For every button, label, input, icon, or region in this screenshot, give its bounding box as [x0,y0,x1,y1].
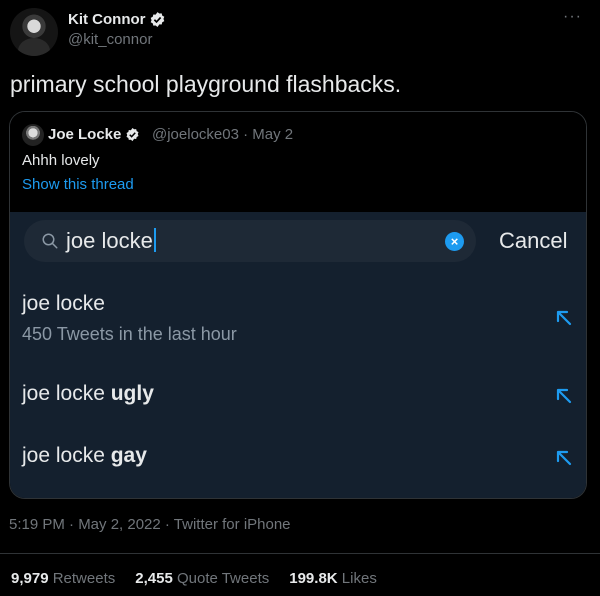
author-name-row[interactable]: Kit Connor [68,9,166,29]
author-name[interactable]: Kit Connor [68,11,145,28]
fill-query-arrow-icon [556,310,572,326]
quoted-tweet[interactable]: Joe Locke @joelocke03 · May 2 Ahhh lovel… [10,112,586,212]
divider [0,553,600,554]
suggestion-title: joe locke [22,292,105,315]
quote-text: Ahhh lovely [22,152,100,169]
author-block: Kit Connor @kit_connor [68,9,166,48]
quoted-tweet-card[interactable]: Joe Locke @joelocke03 · May 2 Ahhh lovel… [9,111,587,499]
fill-query-arrow-icon [556,388,572,404]
quote-meta: @joelocke03 · May 2 [152,126,294,143]
tweet-text: primary school playground flashbacks. [10,71,402,97]
verified-badge-icon [151,11,165,27]
quote-avatar[interactable] [22,124,44,146]
quote-author-name[interactable]: Joe Locke [48,126,121,143]
engagement-stats: 9,979 Retweets 2,455 Quote Tweets 199.8K… [11,570,377,587]
suggestion-title: joe locke gay [22,444,147,467]
cancel-button: Cancel [499,228,568,253]
likes-stat[interactable]: 199.8K Likes [289,570,377,587]
more-options-icon[interactable]: ··· [563,8,582,26]
search-suggestion: joe locke ugly [22,382,574,406]
suggestion-title: joe locke ugly [22,382,154,405]
verified-badge-icon [126,127,139,142]
suggestion-subtitle: 450 Tweets in the last hour [22,324,237,344]
search-suggestion: joe locke 450 Tweets in the last hour [22,292,574,345]
search-suggestion: joe locke gay [22,444,574,468]
text-caret [153,228,156,252]
search-value: joe locke [66,228,153,253]
quote-author-row[interactable]: Joe Locke [48,126,140,143]
author-avatar[interactable] [10,8,58,56]
author-handle[interactable]: @kit_connor [68,31,166,48]
fill-query-arrow-icon [556,450,572,466]
show-thread-link[interactable]: Show this thread [22,176,134,193]
search-bar: joe locke × [24,220,476,262]
clear-search-icon: × [445,232,464,251]
search-icon [42,233,58,249]
quote-tweets-stat[interactable]: 2,455 Quote Tweets [135,570,269,587]
retweets-stat[interactable]: 9,979 Retweets [11,570,115,587]
tweet-timestamp[interactable]: 5:19 PM · May 2, 2022 · Twitter for iPho… [9,516,291,533]
attached-search-screenshot[interactable]: joe locke × Cancel joe locke 450 Tweets … [10,212,586,498]
search-input: joe locke [66,228,156,254]
